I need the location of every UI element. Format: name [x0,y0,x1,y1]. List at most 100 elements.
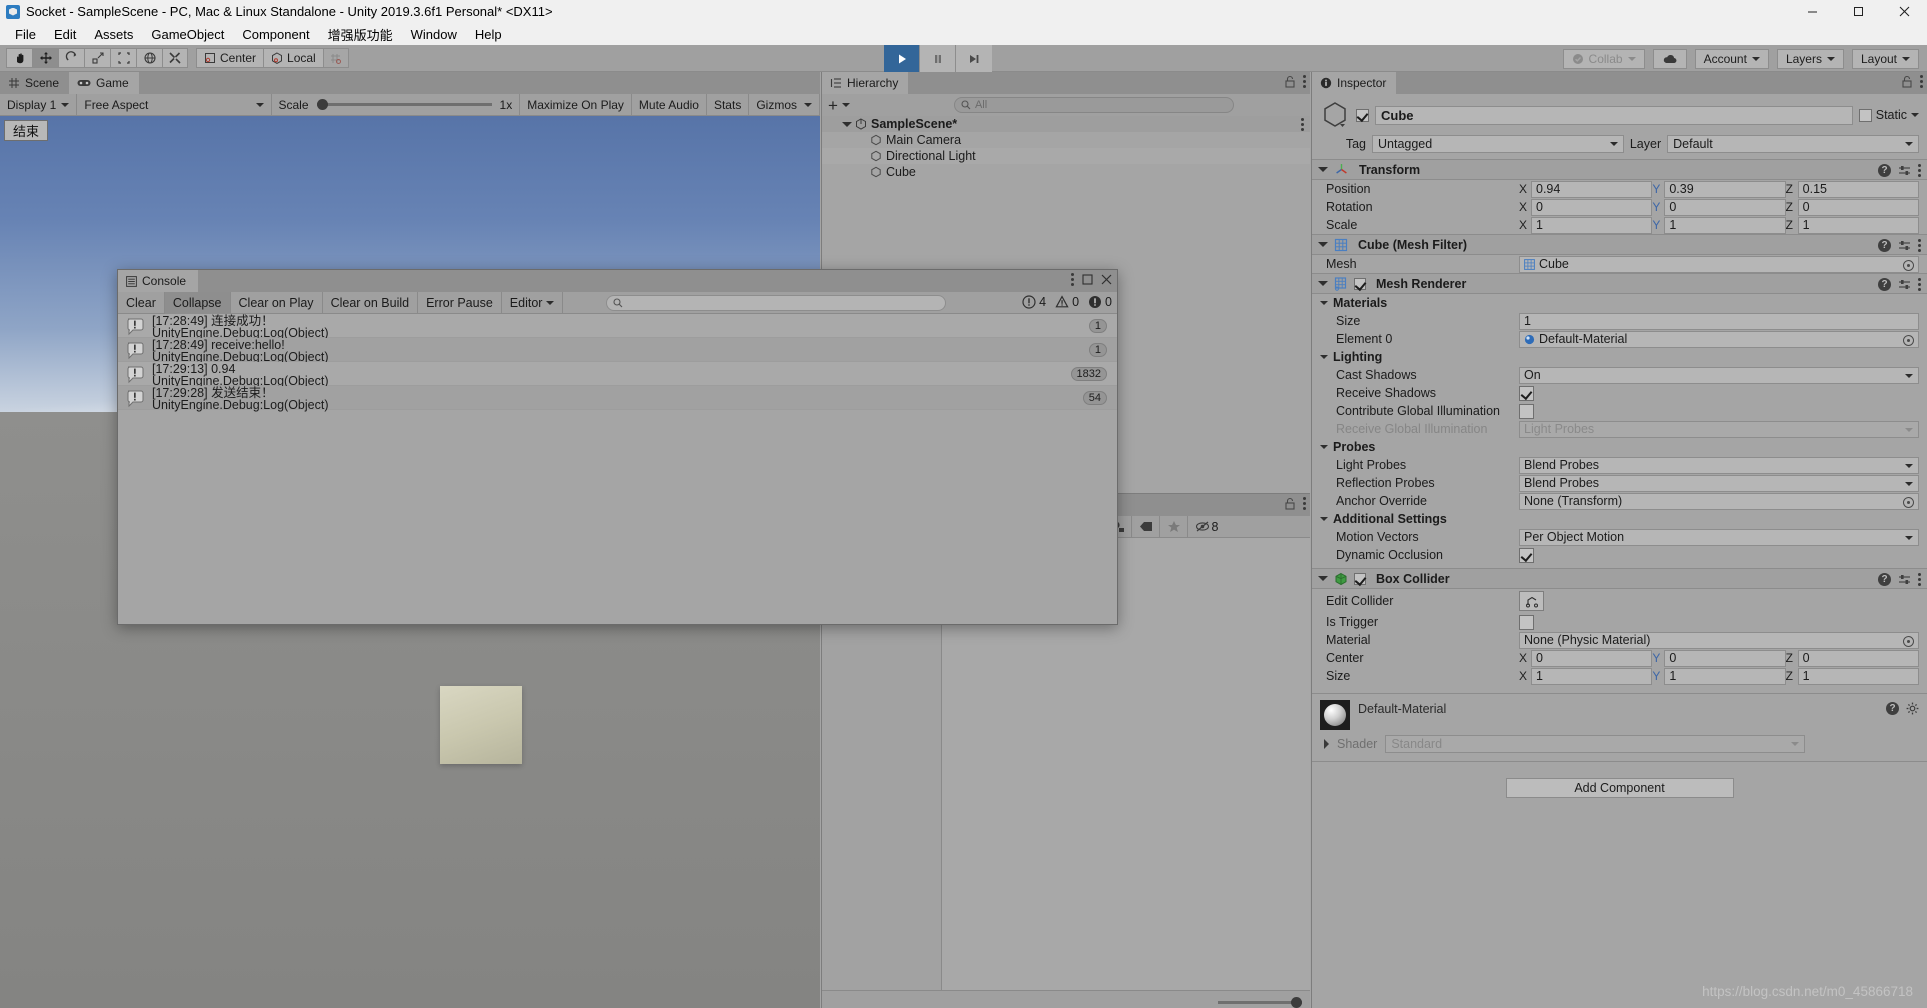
hierarchy-row-scene[interactable]: SampleScene* [822,116,1310,132]
cube-object[interactable] [440,686,522,764]
favorite-icon[interactable] [1159,515,1187,538]
expand-triangle-icon[interactable] [1320,355,1328,359]
expand-triangle-icon[interactable] [1320,445,1328,449]
position-z-input[interactable]: 0.15 [1797,180,1919,198]
maximize-on-play-toggle[interactable]: Maximize On Play [520,93,632,116]
move-tool-button[interactable] [32,48,58,68]
console-log-list[interactable]: [17:28:49] 连接成功！ UnityEngine.Debug:Log(O… [118,314,1117,624]
object-picker-icon[interactable] [1903,635,1914,647]
component-header-mesh-filter[interactable]: Cube (Mesh Filter) ? [1312,234,1927,255]
stats-toggle[interactable]: Stats [707,93,750,116]
gear-icon[interactable] [1906,702,1919,715]
grid-snap-icon[interactable] [322,48,349,68]
rect-tool-button[interactable] [110,48,136,68]
project-zoom-slider[interactable] [1218,997,1302,1008]
console-clear-on-build-toggle[interactable]: Clear on Build [323,291,419,314]
kebab-icon[interactable] [1303,497,1306,510]
mute-audio-toggle[interactable]: Mute Audio [632,93,707,116]
expand-triangle-icon[interactable] [1324,739,1329,749]
receive-shadows-checkbox[interactable] [1519,385,1534,401]
gizmos-dropdown[interactable]: Gizmos [749,93,820,116]
close-icon[interactable] [1101,274,1112,285]
close-button[interactable] [1881,0,1927,23]
expand-triangle-icon[interactable] [1318,242,1328,247]
console-clear-on-play-toggle[interactable]: Clear on Play [231,291,323,314]
expand-triangle-icon[interactable] [1318,281,1328,286]
console-search-input[interactable] [606,295,946,311]
edit-collider-button[interactable] [1519,591,1544,611]
preset-icon[interactable] [1898,164,1911,177]
layer-dropdown[interactable]: Default [1667,135,1919,153]
layers-button[interactable]: Layers [1776,48,1844,69]
rotation-x-input[interactable]: 0 [1531,198,1653,216]
center-z-input[interactable]: 0 [1797,649,1919,667]
help-icon[interactable]: ? [1878,573,1891,586]
component-enabled-checkbox[interactable] [1354,572,1366,585]
hidden-count-indicator[interactable]: 8 [1187,515,1225,538]
layout-button[interactable]: Layout [1851,48,1919,69]
element-0-object-field[interactable]: Default-Material [1519,330,1919,348]
subheader-probes[interactable]: Probes [1312,438,1927,456]
light-probes-dropdown[interactable]: Blend Probes [1519,456,1919,474]
hierarchy-row-directional-light[interactable]: Directional Light [822,148,1310,164]
component-header-mesh-renderer[interactable]: Mesh Renderer ? [1312,273,1927,294]
console-collapse-toggle[interactable]: Collapse [164,291,231,314]
contribute-gi-checkbox[interactable] [1519,403,1534,419]
expand-triangle-icon[interactable] [1318,576,1328,581]
scale-y-input[interactable]: 1 [1664,216,1786,234]
kebab-icon[interactable] [1303,75,1306,88]
expand-triangle-icon[interactable] [1320,517,1328,521]
size-y-input[interactable]: 1 [1664,667,1786,685]
chevron-down-icon[interactable] [1911,113,1919,117]
pause-button[interactable] [920,45,956,72]
tab-inspector[interactable]: Inspector [1312,72,1397,94]
scale-z-input[interactable]: 1 [1797,216,1919,234]
game-overlay-end-button[interactable]: 结束 [4,120,49,141]
kebab-icon[interactable] [1918,278,1921,291]
maximize-button[interactable] [1835,0,1881,23]
position-x-input[interactable]: 0.94 [1531,180,1653,198]
aspect-dropdown[interactable]: Free Aspect [77,93,272,116]
menu-component[interactable]: Component [233,25,318,44]
menu-file[interactable]: File [6,25,45,44]
tab-scene[interactable]: Scene [0,72,70,94]
lock-icon[interactable] [1901,75,1913,88]
chevron-down-icon[interactable] [841,103,850,107]
subheader-additional-settings[interactable]: Additional Settings [1312,510,1927,528]
menu-help[interactable]: Help [466,25,511,44]
object-name-field[interactable]: Cube [1375,105,1853,125]
object-picker-icon[interactable] [1903,259,1914,271]
help-icon[interactable]: ? [1886,702,1899,715]
play-button[interactable] [884,45,920,72]
is-trigger-checkbox[interactable] [1519,614,1534,630]
kebab-icon[interactable] [1071,273,1074,286]
menu-edit[interactable]: Edit [45,25,85,44]
project-zoom-knob[interactable] [1291,997,1302,1008]
center-y-input[interactable]: 0 [1664,649,1786,667]
hierarchy-row-main-camera[interactable]: Main Camera [822,132,1310,148]
scale-tool-button[interactable] [84,48,110,68]
position-y-input[interactable]: 0.39 [1664,180,1786,198]
tab-hierarchy[interactable]: Hierarchy [822,72,909,94]
tab-game[interactable]: Game [69,72,139,94]
rotation-z-input[interactable]: 0 [1797,198,1919,216]
console-log-count[interactable]: 4 [1022,295,1046,309]
console-log-entry[interactable]: [17:29:13] 0.94 UnityEngine.Debug:Log(Ob… [118,362,1117,387]
kebab-icon[interactable] [1918,239,1921,252]
component-header-box-collider[interactable]: Box Collider ? [1312,568,1927,589]
label-filter-icon[interactable] [1131,515,1159,538]
expand-triangle-icon[interactable] [1318,167,1328,172]
kebab-icon[interactable] [1918,573,1921,586]
object-picker-icon[interactable] [1903,496,1914,508]
scale-knob[interactable] [316,99,328,110]
component-header-transform[interactable]: Transform ? [1312,159,1927,180]
static-toggle[interactable]: Static [1858,108,1919,122]
menu-enhanced-features[interactable]: 增强版功能 [319,23,402,46]
tag-dropdown[interactable]: Untagged [1372,135,1624,153]
display-dropdown[interactable]: Display 1 [0,93,78,116]
console-error-count[interactable]: 0 [1088,295,1112,309]
hand-tool-button[interactable] [6,48,32,68]
step-button[interactable] [956,45,992,72]
console-log-entry[interactable]: [17:29:28] 发送结束！ UnityEngine.Debug:Log(O… [118,386,1117,411]
hierarchy-search-input[interactable]: All [953,97,1234,113]
